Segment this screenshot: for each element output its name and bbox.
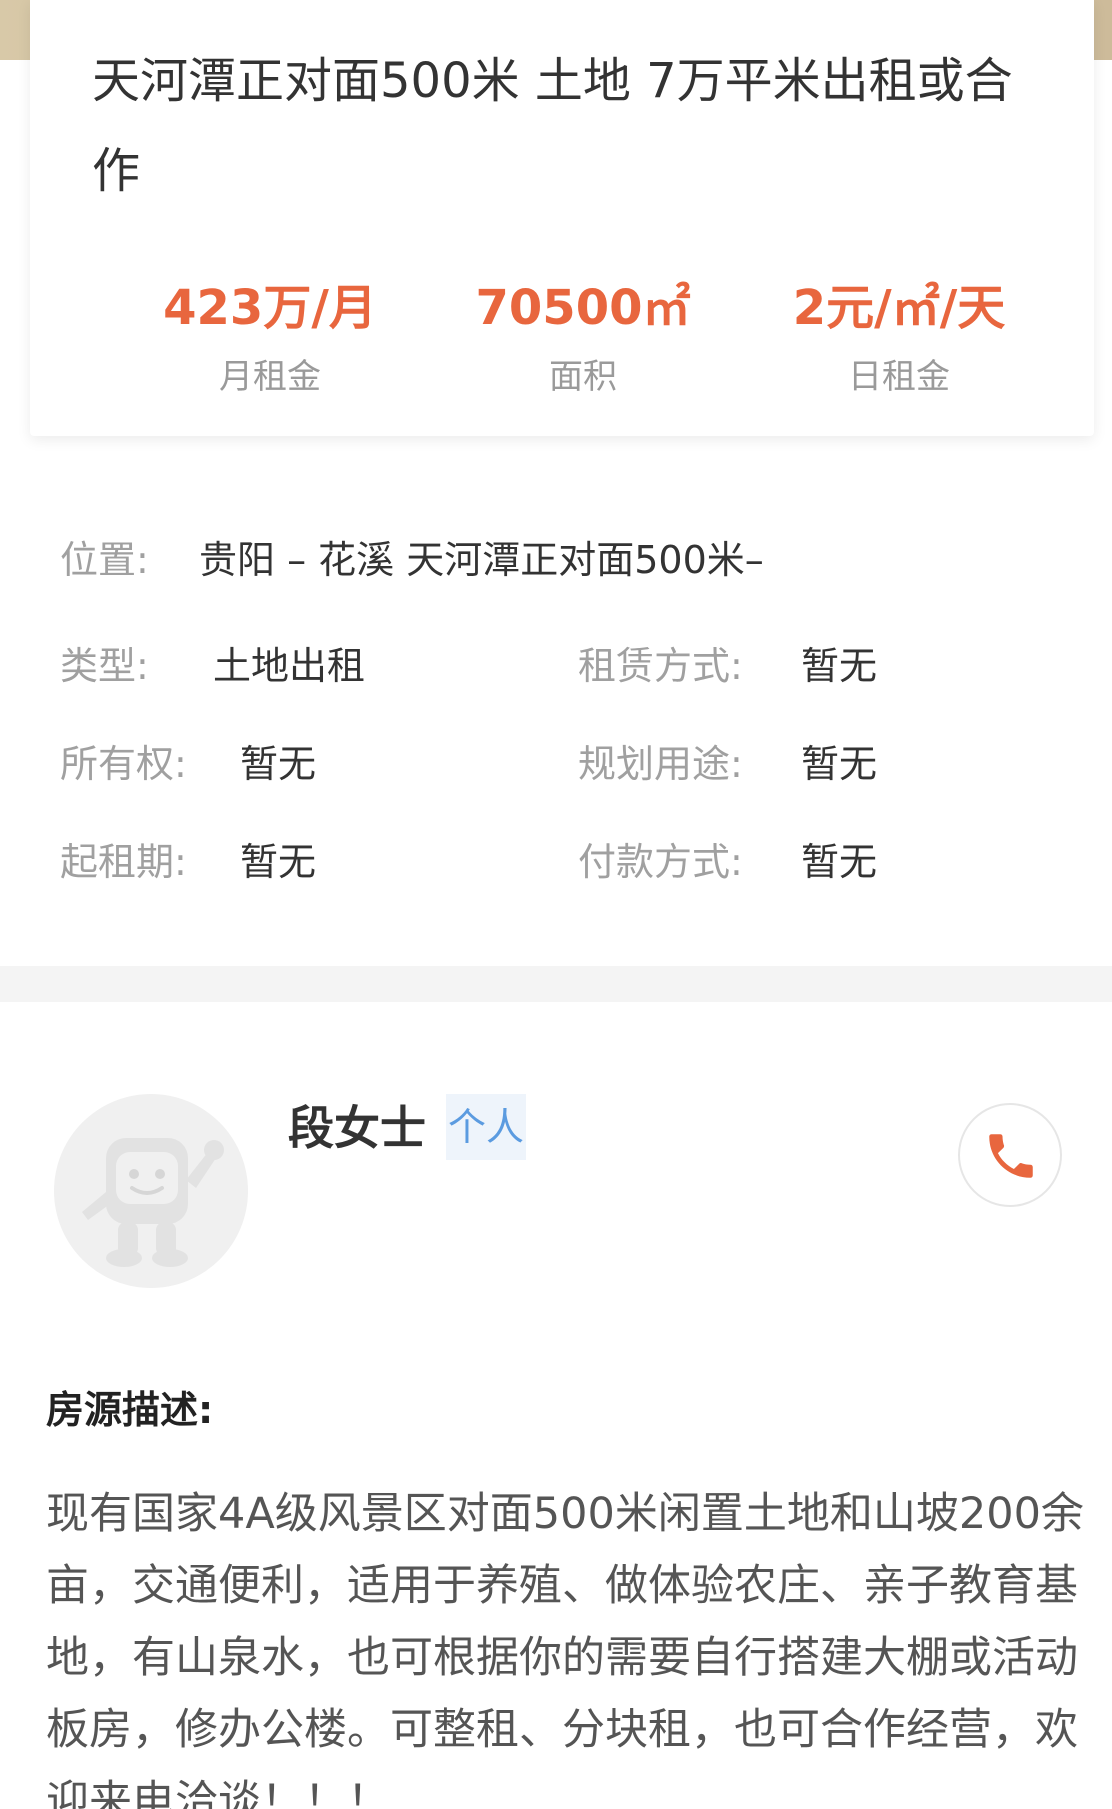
call-button[interactable] xyxy=(958,1103,1062,1207)
location-value: 贵阳 – 花溪 天河潭正对面500米– xyxy=(199,538,764,582)
lease-start-value: 暂无 xyxy=(240,840,317,884)
ownership-value: 暂无 xyxy=(240,742,317,786)
info-row-ownership: 所有权: 暂无 规划用途: 暂无 xyxy=(60,734,1060,794)
type-value: 土地出租 xyxy=(213,644,366,688)
lease-method-value: 暂无 xyxy=(801,644,878,688)
planned-use-label: 规划用途: xyxy=(578,742,743,786)
agent-type-badge: 个人 xyxy=(446,1094,527,1160)
info-row-location: 位置: 贵阳 – 花溪 天河潭正对面500米– xyxy=(60,530,1060,590)
stat-label: 面积 xyxy=(549,357,617,397)
lease-method-label: 租赁方式: xyxy=(578,644,743,688)
stat-area: 70500㎡ 面积 xyxy=(423,268,743,402)
agent-avatar xyxy=(54,1094,248,1288)
section-divider xyxy=(0,966,1112,1002)
info-row-type: 类型: 土地出租 租赁方式: 暂无 xyxy=(60,636,1060,696)
lease-start-label: 起租期: xyxy=(60,840,187,884)
planned-use-value: 暂无 xyxy=(801,742,878,786)
type-label: 类型: xyxy=(60,644,149,688)
stat-value: 70500㎡ xyxy=(475,280,691,336)
phone-icon xyxy=(989,1134,1033,1178)
listing-summary-card: 天河潭正对面500米 土地 7万平米出租或合作 423万/月 月租金 70500… xyxy=(30,0,1094,436)
agent-name: 段女士 xyxy=(288,1101,426,1155)
listing-title: 天河潭正对面500米 土地 7万平米出租或合作 xyxy=(92,53,1013,199)
stat-label: 日租金 xyxy=(848,357,950,397)
stat-monthly-rent: 423万/月 月租金 xyxy=(110,268,430,402)
ownership-label: 所有权: xyxy=(60,742,187,786)
stat-daily-rent: 2元/㎡/天 日租金 xyxy=(739,268,1059,402)
payment-label: 付款方式: xyxy=(578,840,743,884)
location-label: 位置: xyxy=(60,538,149,582)
stat-label: 月租金 xyxy=(219,357,321,397)
info-row-lease-start: 起租期: 暂无 付款方式: 暂无 xyxy=(60,832,1060,892)
description-heading: 房源描述: xyxy=(46,1388,214,1432)
payment-value: 暂无 xyxy=(801,840,878,884)
description-body: 现有国家4A级风景区对面500米闲置土地和山坡200余亩，交通便利，适用于养殖、… xyxy=(46,1489,1084,1809)
mascot-avatar-icon xyxy=(82,1138,224,1267)
stat-value: 423万/月 xyxy=(163,280,377,336)
stat-value: 2元/㎡/天 xyxy=(792,280,1006,336)
